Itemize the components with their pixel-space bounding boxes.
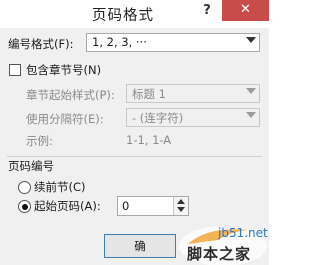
start-at-stepper[interactable]: 0 <box>117 196 189 216</box>
chevron-down-icon[interactable] <box>246 88 256 94</box>
number-format-select[interactable]: 1, 2, 3, ··· <box>86 33 260 52</box>
example-value: 1-1, 1-A <box>126 133 172 147</box>
example-label: 示例: <box>26 134 53 148</box>
start-at-label[interactable]: 起始页码(A): <box>34 198 101 214</box>
page-number-format-dialog: 页码格式 ? ✕ 编号格式(F): 1, 2, 3, ··· 包含章节号(N) … <box>0 0 269 265</box>
include-chapter-checkbox[interactable] <box>9 64 21 76</box>
stepper-buttons[interactable] <box>173 197 188 215</box>
watermark-name: 脚本之家 <box>187 245 252 263</box>
dialog-title: 页码格式 <box>92 8 154 24</box>
number-format-value: 1, 2, 3, ··· <box>92 35 147 49</box>
continue-label[interactable]: 续前节(C) <box>34 179 86 195</box>
number-format-label: 编号格式(F): <box>8 37 74 51</box>
chapter-style-label: 章节起始样式(P): <box>26 88 115 102</box>
chapter-style-select[interactable]: 标题 1 <box>126 84 260 103</box>
stepper-down-icon[interactable] <box>177 207 185 212</box>
chevron-down-icon[interactable] <box>246 37 256 43</box>
title-bar: 页码格式 ? ✕ <box>0 0 269 28</box>
stepper-up-icon[interactable] <box>177 199 185 204</box>
help-button[interactable]: ? <box>200 3 214 23</box>
ok-button[interactable]: 确 <box>104 234 176 258</box>
start-at-value[interactable]: 0 <box>122 199 129 213</box>
include-chapter-label[interactable]: 包含章节号(N) <box>26 62 101 78</box>
start-at-radio[interactable] <box>18 200 31 213</box>
separator-select[interactable]: - (连字符) <box>126 108 260 127</box>
section-divider <box>7 156 262 157</box>
chevron-down-icon[interactable] <box>246 112 256 118</box>
continue-radio[interactable] <box>18 181 31 194</box>
separator-label: 使用分隔符(E): <box>26 112 104 126</box>
close-button[interactable]: ✕ <box>222 0 269 21</box>
page-numbering-heading: 页码编号 <box>8 159 54 173</box>
chapter-style-value: 标题 1 <box>132 87 166 101</box>
separator-value: - (连字符) <box>132 111 184 125</box>
watermark-site: jb51.net <box>218 226 268 240</box>
